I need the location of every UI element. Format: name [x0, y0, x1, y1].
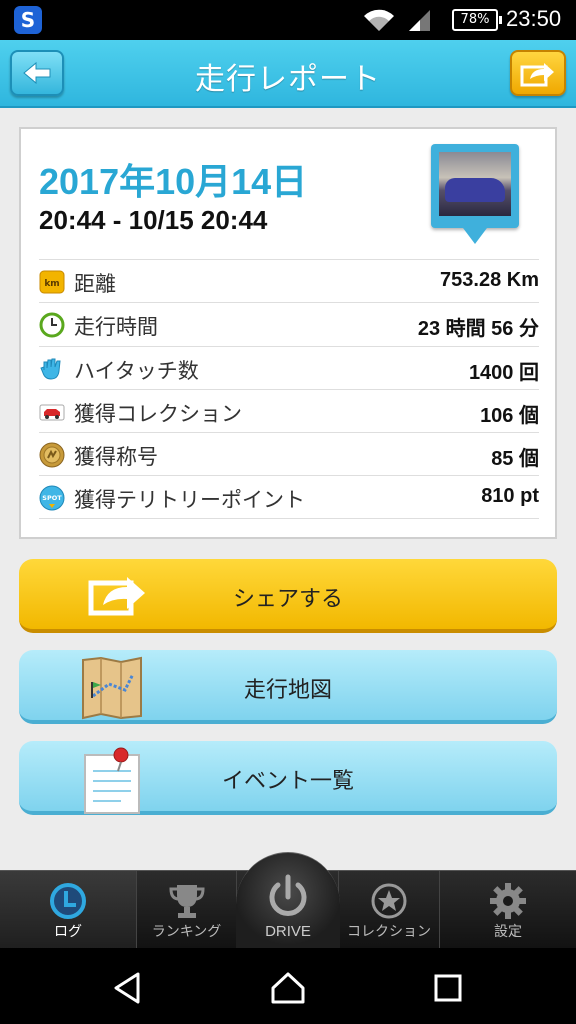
home-icon — [271, 972, 305, 1004]
share-icon — [520, 63, 554, 87]
stat-row-collection: 獲得コレクション 106 個 — [39, 388, 539, 432]
stat-label: 獲得テリトリーポイント — [74, 488, 305, 513]
stat-row-titles: 獲得称号 85 個 — [39, 432, 539, 475]
event-list-button[interactable]: イベント一覧 — [19, 741, 557, 815]
km-icon: km — [39, 270, 65, 294]
stat-row-high-touch: ハイタッチ数 1400 回 — [39, 345, 539, 389]
tab-ranking-label: ランキング — [151, 924, 222, 940]
car-photo-frame — [431, 144, 519, 228]
recents-square-icon — [434, 974, 462, 1002]
battery-indicator: 78% — [452, 9, 502, 31]
star-circle-icon — [371, 883, 407, 919]
app-notification-icon: S — [14, 6, 42, 34]
drive-map-button[interactable]: 走行地図 — [19, 650, 557, 724]
stat-row-territory: SPOT 獲得テリトリーポイント 810 pt — [39, 475, 539, 519]
event-list-label: イベント一覧 — [221, 769, 354, 794]
car-icon — [39, 404, 65, 421]
stat-label: 獲得コレクション — [74, 401, 242, 426]
tab-log-label: ログ — [54, 924, 82, 940]
stat-value: 753.28 Km — [440, 269, 539, 291]
tab-collection-label: コレクション — [347, 924, 431, 940]
stats-list: km 距離 753.28 Km 走行時間 23 時間 56 分 ハイタッチ数 1… — [39, 259, 539, 519]
trophy-icon — [168, 885, 205, 918]
nav-recents-button[interactable] — [428, 968, 468, 1008]
tab-collection[interactable]: コレクション — [338, 871, 440, 949]
stat-value: 810 pt — [481, 485, 539, 508]
medal-icon — [39, 442, 65, 468]
stat-value: 23 時間 56 分 — [417, 318, 539, 341]
stat-value: 1400 回 — [468, 361, 539, 384]
share-button[interactable]: シェアする — [19, 559, 557, 633]
app-header: 走行レポート — [0, 40, 576, 108]
hand-icon — [40, 358, 61, 380]
power-icon — [269, 874, 307, 916]
back-triangle-icon — [114, 972, 140, 1004]
spot-icon: SPOT — [39, 485, 65, 511]
stat-label: 獲得称号 — [74, 445, 158, 470]
car-photo-pin[interactable] — [431, 144, 519, 254]
drive-map-label: 走行地図 — [243, 678, 332, 703]
status-bar: S 78% 23:50 — [0, 0, 576, 40]
report-time-range: 20:44 - 10/15 20:44 — [39, 205, 268, 235]
stat-value: 85 個 — [491, 448, 539, 471]
stat-label: ハイタッチ数 — [74, 358, 199, 383]
gear-icon — [490, 883, 526, 919]
tab-settings-label: 設定 — [494, 924, 522, 940]
page-title: 走行レポート — [195, 62, 381, 97]
svg-text:SPOT: SPOT — [42, 494, 62, 502]
clock: 23:50 — [506, 6, 562, 31]
drive-label: DRIVE — [265, 923, 311, 940]
nav-back-button[interactable] — [108, 968, 148, 1008]
tab-settings[interactable]: 設定 — [440, 871, 576, 949]
stat-value: 106 個 — [480, 404, 539, 427]
log-icon — [50, 883, 86, 919]
car-photo — [439, 152, 511, 216]
tab-log[interactable]: ログ — [0, 871, 137, 949]
system-navigation-bar — [0, 948, 576, 1024]
stat-label: 距離 — [74, 272, 116, 296]
svg-text:km: km — [44, 279, 59, 289]
share-label: シェアする — [232, 587, 343, 612]
signal-icon — [409, 10, 430, 31]
report-date: 2017年10月14日 — [39, 161, 308, 202]
drive-button[interactable]: DRIVE — [236, 852, 340, 948]
car-shape — [445, 178, 505, 202]
report-card: 2017年10月14日 20:44 - 10/15 20:44 km 距離 75… — [19, 127, 557, 539]
share-header-button[interactable] — [510, 50, 566, 96]
wifi-icon — [364, 9, 394, 32]
pin-tail — [463, 228, 487, 244]
tab-ranking[interactable]: ランキング — [137, 871, 237, 949]
stat-row-distance: km 距離 753.28 Km — [39, 259, 539, 302]
nav-home-button[interactable] — [268, 968, 308, 1008]
stat-row-drive-time: 走行時間 23 時間 56 分 — [39, 302, 539, 345]
clock-icon — [39, 312, 65, 338]
stat-label: 走行時間 — [74, 315, 158, 340]
